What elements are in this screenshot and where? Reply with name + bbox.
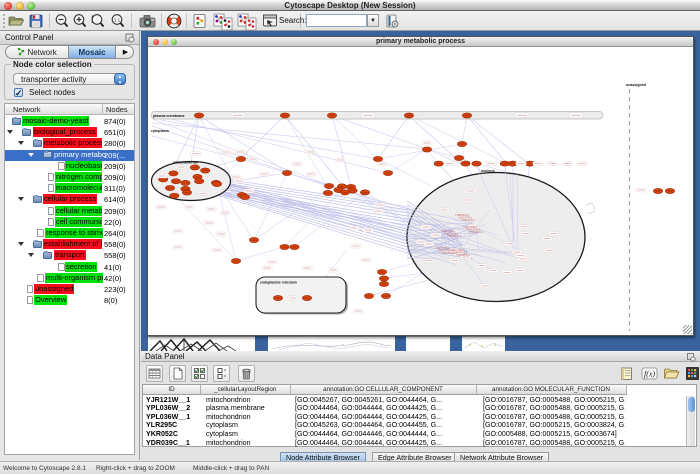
- svg-text:1:1: 1:1: [114, 17, 121, 22]
- svg-text:YDR184W-2: YDR184W-2: [441, 252, 456, 255]
- svg-text:cytoplasm: cytoplasm: [151, 129, 169, 133]
- svg-text:YDR184W-2: YDR184W-2: [456, 254, 471, 257]
- svg-text:nucleus: nucleus: [481, 169, 495, 173]
- svg-text:mitochondrion: mitochondrion: [173, 161, 198, 165]
- svg-text:YDR184W-2: YDR184W-2: [469, 231, 484, 234]
- svg-text:unassigned: unassigned: [626, 83, 646, 87]
- svg-text:YDR184W-2: YDR184W-2: [461, 219, 476, 222]
- svg-text:YDR184W-2: YDR184W-2: [447, 235, 462, 238]
- svg-text:f(x): f(x): [644, 370, 655, 379]
- svg-text:endoplasmic reticulum: endoplasmic reticulum: [260, 281, 297, 285]
- svg-text:plasma membrane: plasma membrane: [153, 114, 185, 118]
